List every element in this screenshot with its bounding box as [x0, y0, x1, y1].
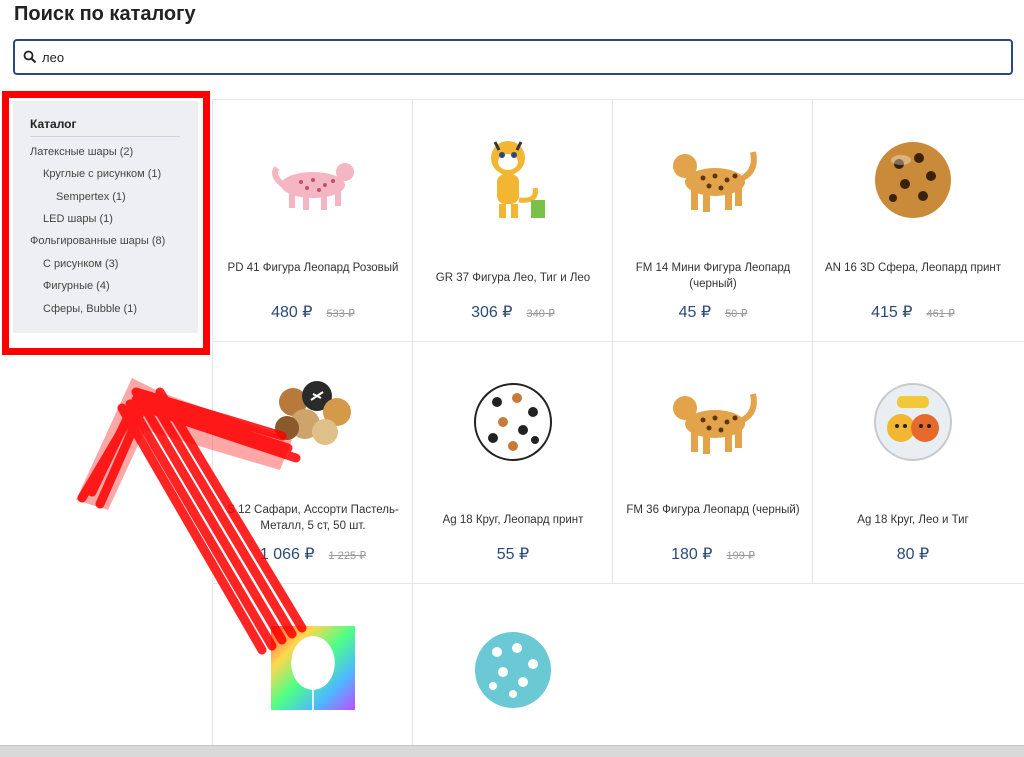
product-old-price: 533 ₽ [326, 308, 355, 320]
product-card[interactable]: AN 16 3D Сфера, Леопард принт 415 ₽ 461 ₽ [812, 100, 1024, 342]
product-name[interactable]: GR 37 Фигура Лео, Тиг и Лео [423, 270, 603, 286]
tiger-cub-icon [491, 141, 545, 218]
product-grid: PD 41 Фигура Леопард Розовый 480 ₽533 ₽ … [212, 99, 1024, 748]
product-name[interactable]: PD 41 Фигура Леопард Розовый [223, 260, 403, 276]
product-card[interactable] [412, 584, 612, 748]
search-icon [23, 50, 37, 64]
teal-leopard-sphere-icon [475, 632, 551, 708]
pink-leopard-icon [272, 163, 354, 210]
bottom-scrollbar[interactable] [0, 745, 1024, 757]
product-old-price: 50 ₽ [725, 308, 748, 320]
product-old-price: 340 ₽ [526, 308, 555, 320]
product-old-price: 199 ₽ [726, 550, 755, 562]
product-price: 415 ₽ [871, 304, 913, 321]
product-old-price: 1 225 ₽ [328, 550, 367, 562]
leo-tig-circle-icon [874, 383, 952, 461]
product-price: 306 ₽ [471, 304, 513, 321]
leopard-circle-icon [474, 383, 552, 461]
product-card[interactable]: PD 41 Фигура Леопард Розовый 480 ₽ 533 ₽ [212, 100, 412, 342]
product-price: 180 ₽ [671, 546, 713, 563]
product-card[interactable]: Ag 18 Круг, Леопард принт 55 ₽ [412, 342, 612, 584]
product-card[interactable]: Ag 18 Круг, Лео и Тиг 80 ₽ [812, 342, 1024, 584]
highlight-frame [2, 91, 210, 355]
product-name[interactable]: FM 14 Мини Фигура Леопард (черный) [623, 260, 803, 292]
product-price: 1 066 ₽ [259, 546, 315, 563]
product-price: 45 ₽ [678, 304, 712, 321]
product-name[interactable]: S 12 Сафари, Ассорти Пастель-Металл, 5 с… [223, 502, 403, 534]
safari-balloons-icon [275, 381, 351, 445]
product-name[interactable]: Ag 18 Круг, Леопард принт [423, 512, 603, 528]
product-card[interactable]: FM 14 Мини Фигура Леопард (черный) 45 ₽ 5… [612, 100, 812, 342]
leopard-figure-icon [673, 393, 757, 454]
product-price: 55 ₽ [496, 546, 530, 563]
product-card[interactable] [212, 584, 412, 748]
product-name[interactable]: FM 36 Фигура Леопард (черный) [623, 502, 803, 518]
product-card[interactable]: FM 36 Фигура Леопард (черный) 180 ₽ 199 ₽ [612, 342, 812, 584]
product-name[interactable]: Ag 18 Круг, Лео и Тиг [823, 512, 1003, 528]
led-balloon-icon [271, 626, 355, 710]
search-input[interactable]: лео [13, 39, 1013, 75]
product-card[interactable]: S 12 Сафари, Ассорти Пастель-Металл, 5 с… [212, 342, 412, 584]
search-value: лео [42, 50, 65, 65]
leopard-figure-icon [673, 151, 757, 212]
product-name[interactable]: AN 16 3D Сфера, Леопард принт [823, 260, 1003, 276]
product-price: 480 ₽ [271, 304, 313, 321]
page-title: Поиск по каталогу [14, 3, 196, 25]
product-price: 80 ₽ [896, 546, 930, 563]
leopard-sphere-icon [875, 142, 951, 218]
product-card[interactable]: GR 37 Фигура Лео, Тиг и Лео 306 ₽ 340 ₽ [412, 100, 612, 342]
product-old-price: 461 ₽ [926, 308, 955, 320]
